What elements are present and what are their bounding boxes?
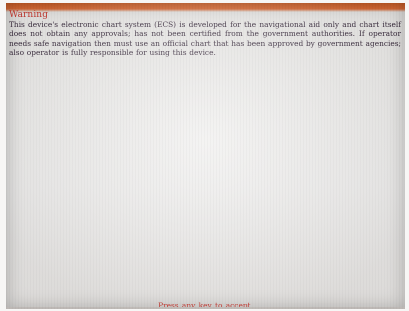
warning-message: This device's electronic chart system (E…	[9, 20, 401, 57]
photo-frame: Warning This device's electronic chart s…	[0, 0, 409, 311]
warning-title: Warning	[9, 10, 49, 20]
screen-bottom-edge	[6, 307, 405, 309]
device-screen[interactable]: Warning This device's electronic chart s…	[6, 3, 405, 309]
